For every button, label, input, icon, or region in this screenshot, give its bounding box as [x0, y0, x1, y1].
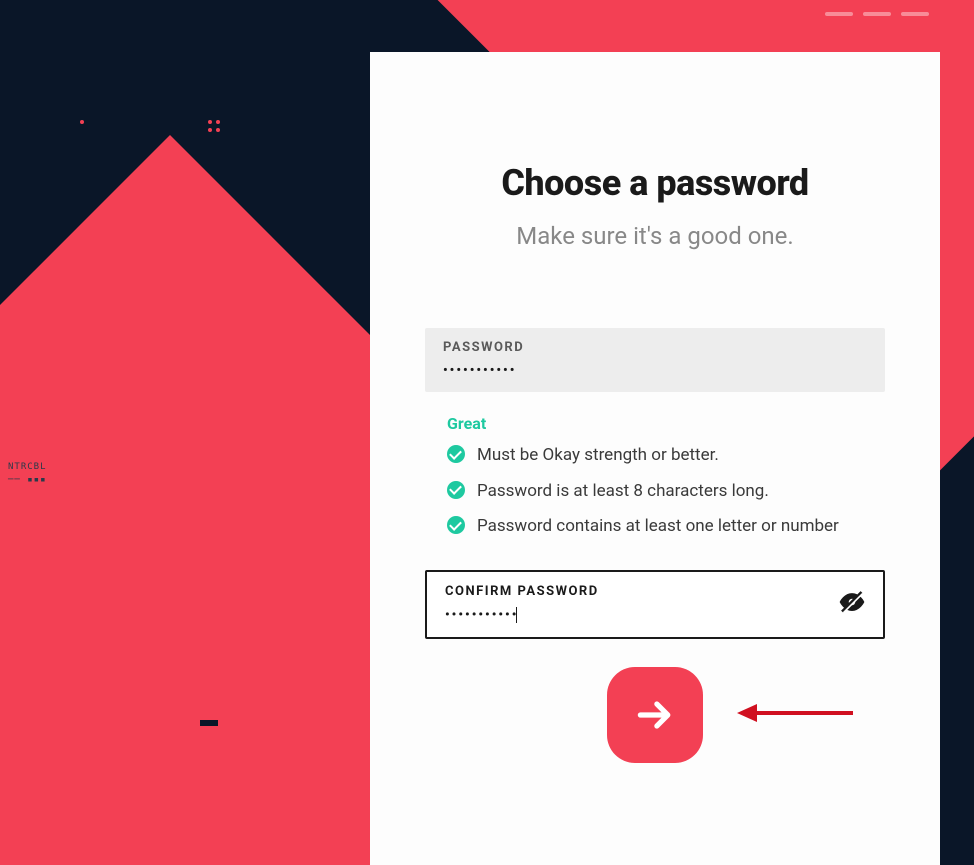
- requirement-item: Password contains at least one letter or…: [447, 514, 885, 540]
- password-input[interactable]: [443, 363, 803, 378]
- confirm-password-input[interactable]: •••••••••••: [445, 607, 518, 623]
- check-circle-icon: [447, 481, 465, 499]
- requirement-item: Password is at least 8 characters long.: [447, 479, 885, 505]
- requirement-text: Password is at least 8 characters long.: [477, 479, 769, 505]
- progress-step: [901, 12, 929, 16]
- password-label: PASSWORD: [443, 340, 867, 355]
- page-subtitle: Make sure it's a good one.: [425, 222, 885, 250]
- check-circle-icon: [447, 445, 465, 463]
- confirm-password-field-wrapper[interactable]: CONFIRM PASSWORD •••••••••••: [425, 570, 885, 639]
- signup-card: Choose a password Make sure it's a good …: [370, 52, 940, 865]
- password-requirements-list: Must be Okay strength or better. Passwor…: [425, 443, 885, 540]
- password-field-wrapper[interactable]: PASSWORD: [425, 328, 885, 392]
- requirement-item: Must be Okay strength or better.: [447, 443, 885, 469]
- progress-step: [825, 12, 853, 16]
- page-title: Choose a password: [425, 162, 885, 204]
- submit-button[interactable]: [607, 667, 703, 763]
- password-strength-label: Great: [447, 414, 885, 433]
- progress-step: [863, 12, 891, 16]
- progress-indicator: [825, 12, 929, 16]
- tutorial-arrow-icon: [735, 698, 855, 732]
- eye-off-icon[interactable]: [839, 589, 865, 619]
- requirement-text: Password contains at least one letter or…: [477, 514, 839, 540]
- requirement-text: Must be Okay strength or better.: [477, 443, 719, 469]
- check-circle-icon: [447, 516, 465, 534]
- confirm-password-label: CONFIRM PASSWORD: [445, 584, 865, 599]
- arrow-right-icon: [633, 693, 677, 737]
